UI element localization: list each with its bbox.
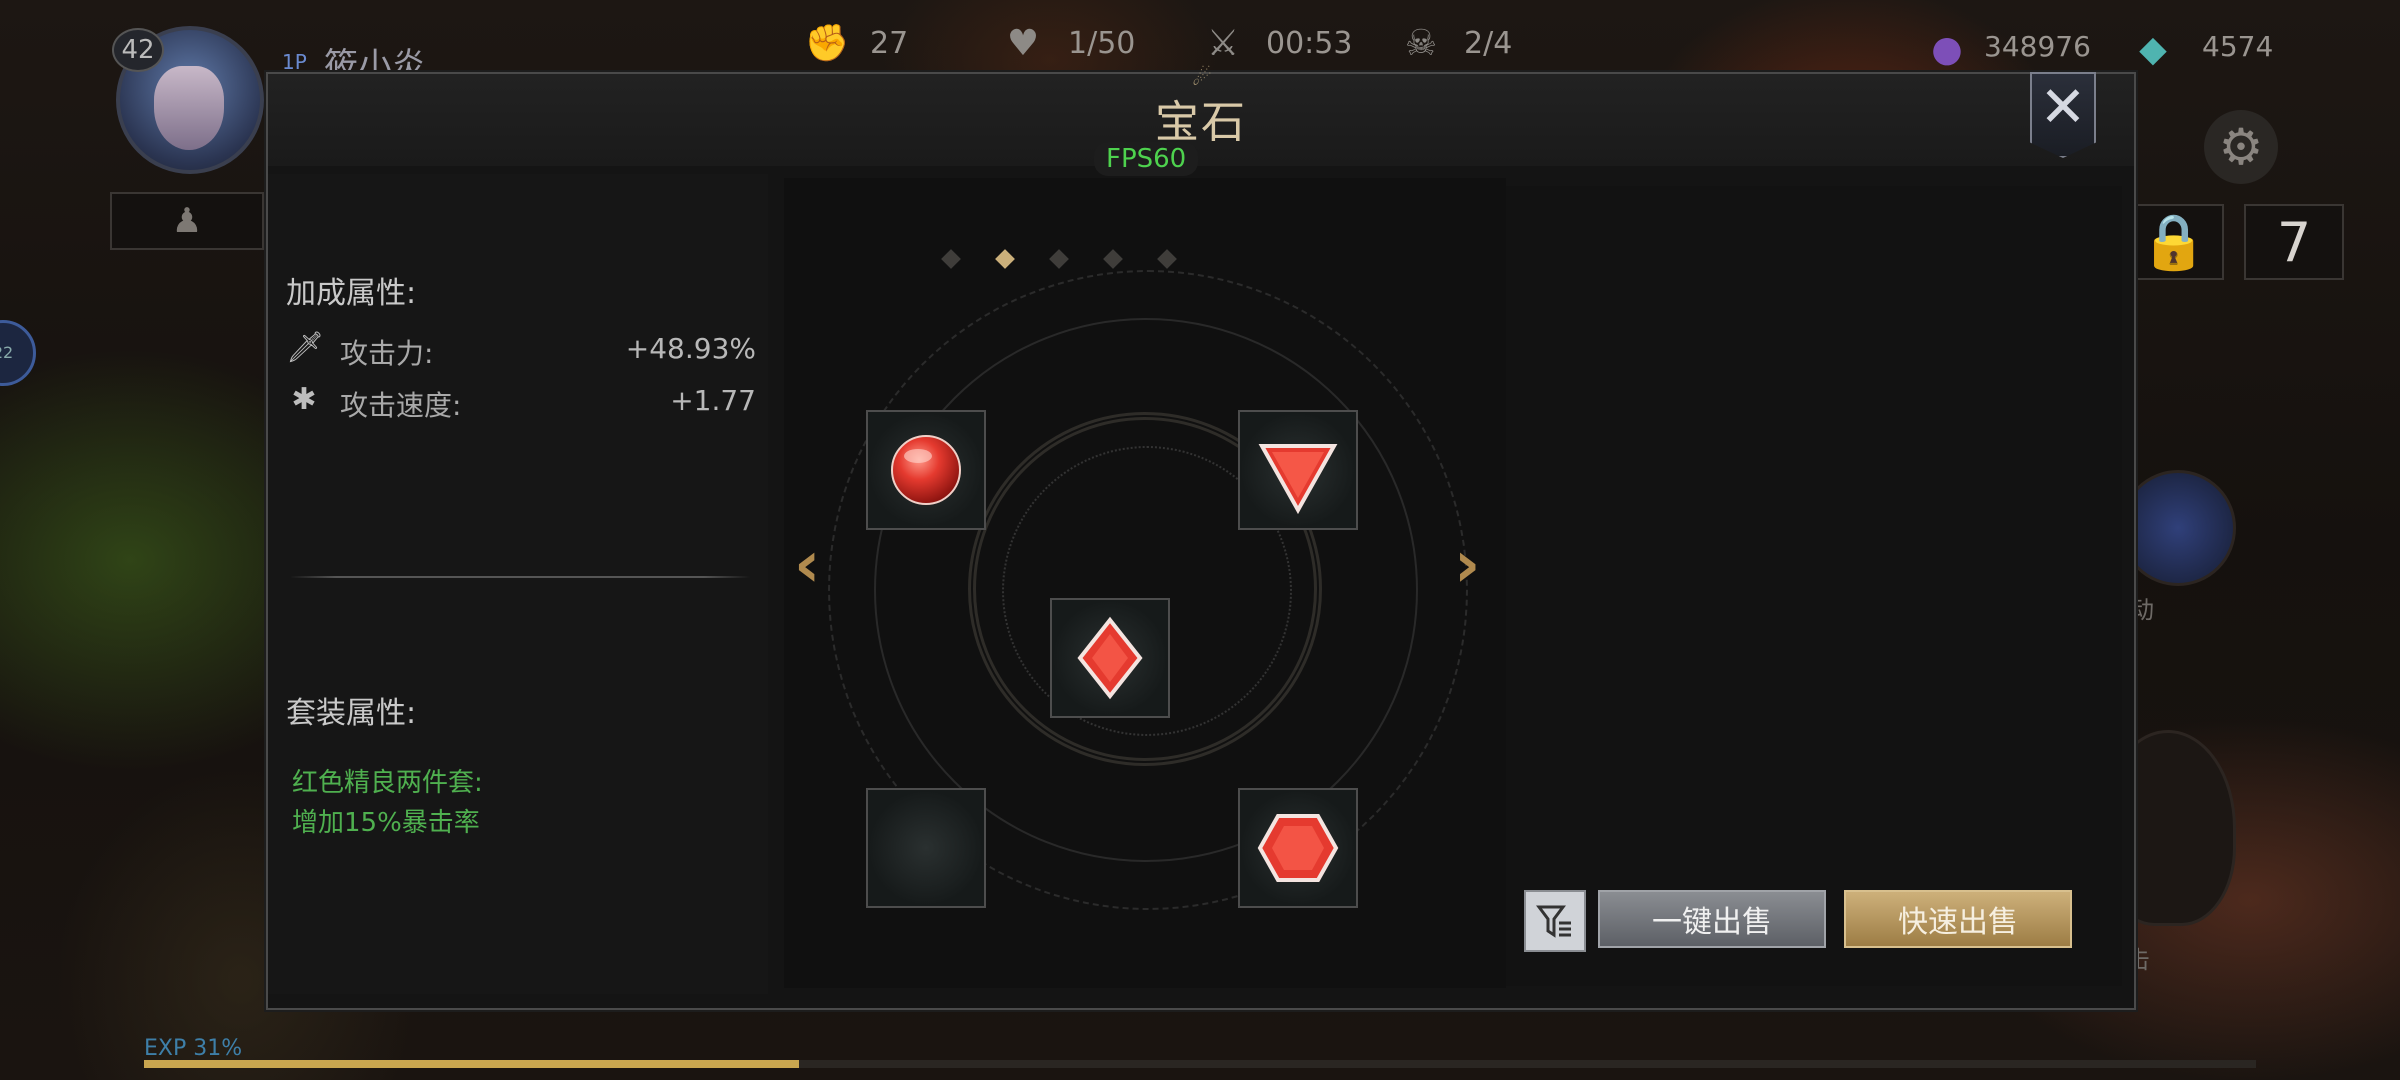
close-button[interactable]: ✕ [2030,72,2096,158]
purple-currency-amount: 348976 [1984,30,2091,63]
gem-slot-top-left[interactable] [866,410,986,530]
stat-value: +48.93% [625,332,756,365]
exp-label: EXP 31% [144,1036,243,1061]
side-number[interactable]: 7 [2244,204,2344,280]
bonus-attributes-title: 加成属性: [286,276,417,311]
set-attributes-title: 套装属性: [286,696,417,731]
demon-face-icon: ☠ [1404,22,1438,64]
filter-icon [1536,905,1571,938]
fist-icon: ✊ [804,23,850,64]
teal-crystal-icon: ◆ [2139,28,2167,70]
exp-bar [144,1060,2256,1068]
stat-row-attack: 🗡 攻击力: +48.93% [286,328,756,372]
quick-sell-button[interactable]: 快速出售 [1844,890,2072,948]
prev-page-arrow-icon[interactable]: ‹ [794,528,820,602]
kills-count: 27 [870,26,909,61]
gem-wheel-panel: ‹ › [784,178,1506,988]
crossed-swords-icon: ⚔ [1206,22,1240,64]
heartbeat-icon: ♥ [1006,22,1040,64]
stat-name: 攻击速度: [340,389,462,422]
fps-counter: FPS60 [1094,142,1199,176]
sword-icon: 🗡 [286,330,325,365]
party-member-slot[interactable]: ♟ [110,192,264,250]
wave-count: 2/4 [1464,26,1513,61]
skill-button-dodge[interactable] [2120,470,2236,586]
stat-row-attack-speed: ✱ 攻击速度: +1.77 [286,380,756,424]
page-dot[interactable] [1049,249,1069,269]
exp-bar-fill [144,1060,799,1068]
gem-inventory-panel [1506,186,2122,986]
player-tag: 1P [282,50,307,74]
attribute-panel: 加成属性: 🗡 攻击力: +48.93% ✱ 攻击速度: +1.77 套装属性:… [268,174,768,994]
gem-dialog: ☄ 宝石 FPS60 ✕ 加成属性: 🗡 攻击力: +48.93% ✱ 攻击速度… [266,66,2136,1010]
page-dot[interactable] [1157,249,1177,269]
sell-all-button[interactable]: 一键出售 [1598,890,1826,948]
red-diamond-gem-icon [1077,616,1143,700]
page-dot[interactable] [941,249,961,269]
lock-icon[interactable]: 🔒 [2124,204,2224,280]
set-bonus-line: 红色精良两件套: [292,768,483,798]
purple-currency-icon: ● [1931,28,1963,70]
settings-gear-icon[interactable]: ⚙ [2204,110,2278,184]
filter-button[interactable] [1524,890,1586,952]
set-bonus-line: 增加15%暴击率 [292,808,480,838]
gem-slot-top-right[interactable] [1238,410,1358,530]
lives-count: 1/50 [1068,26,1136,61]
red-triangle-gem-icon [1258,444,1338,515]
page-dot[interactable] [1103,249,1123,269]
stat-name: 攻击力: [340,337,434,370]
dialog-title: 宝石 [1155,97,1247,148]
section-divider [290,576,750,578]
close-icon: ✕ [2039,74,2087,140]
attack-speed-icon: ✱ [291,382,317,417]
teal-currency-amount: 4574 [2202,30,2274,63]
gem-slot-bottom-right[interactable] [1238,788,1358,908]
title-ornament-icon: ☄ [1192,66,1212,91]
page-dot-active[interactable] [995,249,1015,269]
red-round-gem-icon [891,435,961,505]
gem-slot-center[interactable] [1050,598,1170,718]
next-page-arrow-icon[interactable]: › [1454,528,1480,602]
stat-value: +1.77 [670,384,756,417]
gem-slot-bottom-left-empty[interactable] [866,788,986,908]
match-timer: 00:53 [1266,26,1353,61]
level-badge: 42 [112,28,164,72]
red-hexagon-gem-icon [1257,814,1339,882]
avatar-face [154,66,224,150]
